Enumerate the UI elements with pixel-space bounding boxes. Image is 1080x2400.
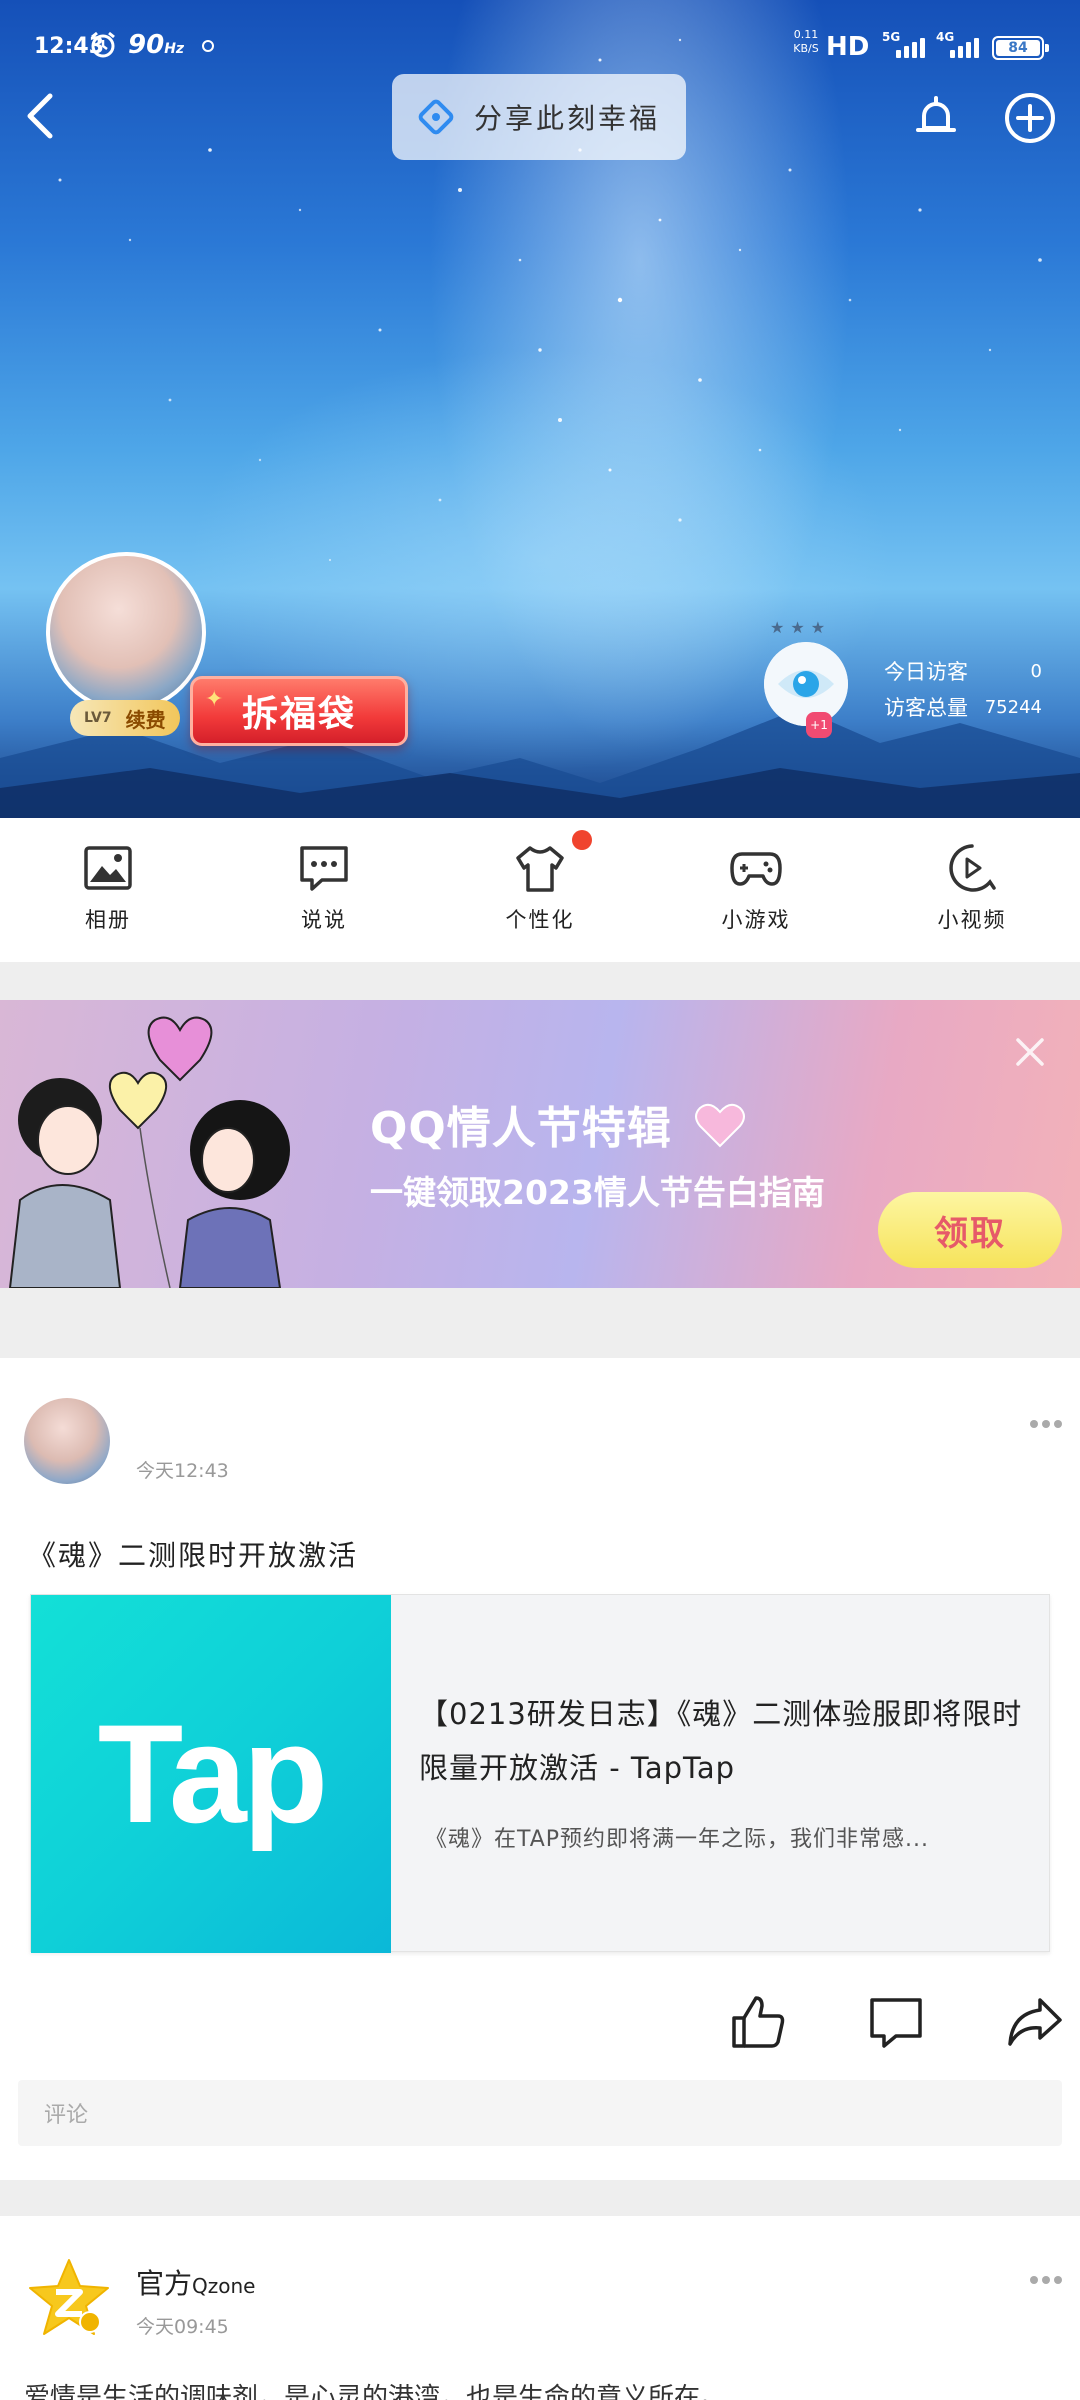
more-options-icon[interactable] — [1028, 1414, 1064, 1434]
vip-level-badge[interactable]: LV7 续费 — [70, 700, 180, 736]
qzone-star-logo-icon[interactable] — [24, 2254, 114, 2344]
quick-menu-personalize[interactable]: 个性化 — [432, 818, 648, 952]
lucky-bag-label: 拆福袋 — [241, 694, 356, 735]
section-divider — [0, 2180, 1080, 2216]
shared-link-card[interactable]: Tap 【0213研发日志】《魂》二测体验服即将限时限量开放激活 - TapTa… — [30, 1594, 1050, 1953]
post-author-name[interactable]: 官方Qzone — [136, 2262, 255, 2302]
visitor-eye-icon[interactable] — [764, 642, 848, 726]
video-play-icon — [949, 844, 996, 892]
link-card-description: 《魂》在TAP预约即将满一年之际，我们非常感... — [425, 1827, 930, 1852]
refresh-rate: 90Hz — [128, 30, 185, 60]
visitor-stats[interactable]: 今日访客 0 访客总量 75244 — [884, 654, 1042, 726]
taptap-thumbnail: Tap — [31, 1595, 391, 1953]
visitor-today-value: 0 — [1030, 661, 1042, 682]
chat-bubble-icon — [300, 846, 348, 891]
notification-bell-icon[interactable] — [906, 88, 966, 148]
quick-menu-label: 相册 — [85, 908, 131, 932]
section-divider — [0, 1288, 1080, 1358]
comment-input[interactable]: 评论 — [18, 2080, 1062, 2146]
valentine-ad-banner[interactable]: QQ情人节特辑 一键领取2023情人节告白指南 领取 — [0, 1000, 1080, 1288]
net-speed: 0.11 KB/S — [793, 28, 819, 55]
banner-claim-button[interactable]: 领取 — [878, 1192, 1062, 1268]
share-label: 分享此刻幸福 — [474, 102, 661, 135]
visitor-total-label: 访客总量 — [884, 696, 968, 720]
heart-icon — [695, 1103, 745, 1148]
battery-icon: 84 — [992, 36, 1049, 60]
section-divider — [0, 962, 1080, 1000]
link-card-title: 【0213研发日志】《魂》二测体验服即将限时限量开放激活 - TapTap — [419, 1697, 1023, 1785]
post-author-avatar[interactable] — [24, 1398, 110, 1484]
visitor-new-badge: +1 — [806, 712, 832, 738]
sparkle-icon: ✦ — [205, 687, 226, 712]
more-options-icon[interactable] — [1028, 2270, 1064, 2290]
share-moment-button[interactable]: 分享此刻幸福 — [392, 74, 686, 160]
personalize-notification-dot — [572, 830, 592, 850]
back-arrow-icon[interactable] — [14, 88, 70, 144]
add-plus-icon[interactable] — [1000, 88, 1060, 148]
profile-avatar[interactable] — [46, 552, 206, 712]
quick-menu-minigame[interactable]: 小游戏 — [648, 818, 864, 952]
share-sparkle-icon — [418, 99, 454, 135]
taptap-logo-text: Tap — [97, 1695, 329, 1852]
quick-menu-label: 小游戏 — [721, 908, 791, 932]
gamepad-icon — [730, 852, 782, 886]
lucky-bag-button[interactable]: ✦ 拆福袋 — [190, 676, 408, 746]
tshirt-icon — [516, 846, 564, 892]
banner-title: QQ情人节特辑 — [370, 1103, 672, 1154]
comment-bubble-icon[interactable] — [866, 1992, 926, 2052]
share-forward-icon[interactable] — [1004, 1992, 1064, 2052]
alarm-clock-icon — [91, 31, 115, 58]
post-timestamp: 今天12:43 — [136, 1460, 229, 1482]
post-timestamp: 今天09:45 — [136, 2316, 229, 2338]
signal-strength-icon — [950, 36, 984, 58]
avatar-image — [46, 552, 206, 712]
visitor-today-label: 今日访客 — [884, 660, 968, 684]
level-label: LV7 — [84, 710, 112, 726]
like-thumbs-up-icon[interactable] — [728, 1992, 788, 2052]
signal-strength-icon — [896, 36, 930, 58]
photo-album-icon — [84, 846, 132, 890]
quick-menu-label: 小视频 — [937, 908, 1007, 932]
couple-illustration — [8, 1016, 290, 1288]
close-icon[interactable] — [1012, 1034, 1048, 1070]
hd-voice-indicator: HD — [826, 32, 870, 62]
quick-menu-label: 个性化 — [505, 908, 575, 932]
quick-menu-label: 说说 — [301, 908, 347, 932]
quick-menu-shuoshuo[interactable]: 说说 — [216, 818, 432, 952]
banner-subtitle: 一键领取2023情人节告白指南 — [370, 1173, 825, 1212]
comment-placeholder: 评论 — [44, 2103, 89, 2128]
post-text: 《魂》二测限时开放激活 — [28, 1539, 359, 1572]
quick-menu-album[interactable]: 相册 — [0, 818, 216, 952]
hotspot-icon — [202, 40, 214, 52]
quick-menu-short-video[interactable]: 小视频 — [864, 818, 1080, 952]
visitor-total-value: 75244 — [984, 697, 1042, 718]
renew-label: 续费 — [125, 707, 166, 732]
star-rating-icon: ★★★ — [770, 618, 832, 637]
quick-menu: 相册 说说 个性化 小游戏 小视频 — [0, 818, 1080, 952]
post-text: 爱情是生活的调味剂，是心灵的港湾，也是生命的意义所在。 — [24, 2383, 727, 2400]
